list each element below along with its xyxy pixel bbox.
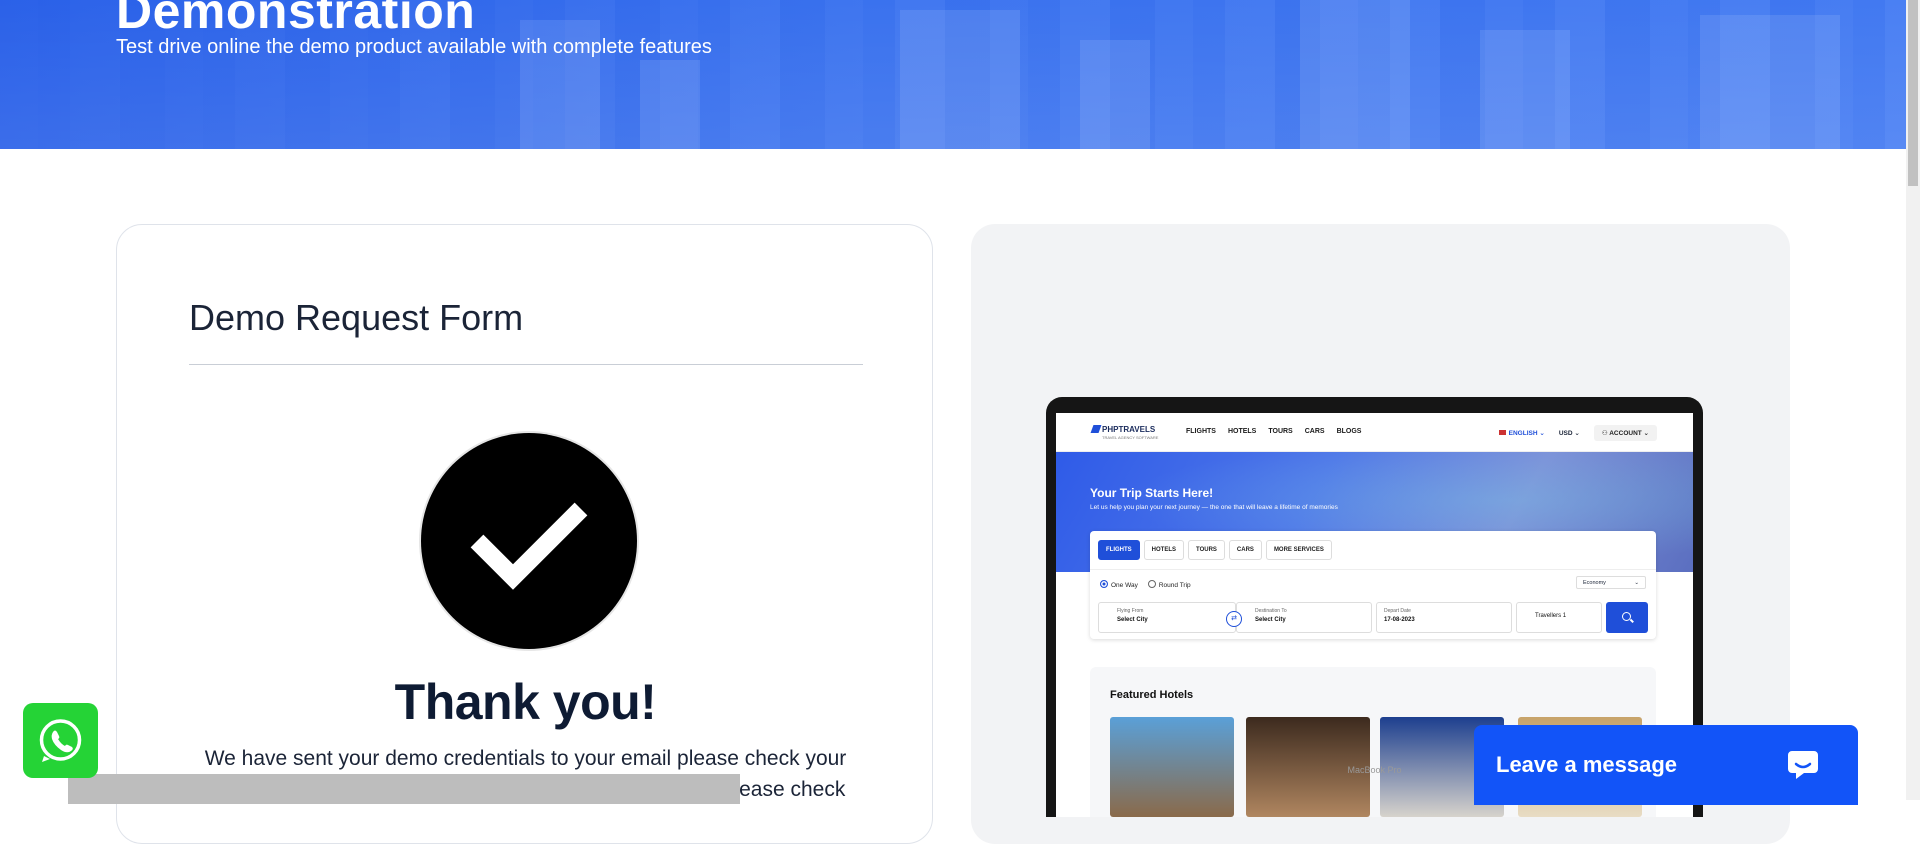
preview-tab-hotels: HOTELS xyxy=(1143,540,1185,560)
divider xyxy=(189,364,863,365)
scrollbar[interactable] xyxy=(1906,0,1920,800)
divider xyxy=(1090,569,1656,570)
demo-request-card: Demo Request Form Thank you! We have sen… xyxy=(116,224,933,844)
preview-nav-hotels: HOTELS xyxy=(1227,428,1257,435)
preview-tabs: FLIGHTS HOTELS TOURS CARS MORE SERVICES xyxy=(1098,540,1332,560)
preview-hero-title: Your Trip Starts Here! xyxy=(1090,486,1214,500)
preview-nav-flights: FLIGHTS xyxy=(1186,428,1216,435)
search-icon xyxy=(1606,602,1648,633)
hero-banner: Demonstration Test drive online the demo… xyxy=(0,0,1906,149)
preview-tab-flights: FLIGHTS xyxy=(1098,540,1140,560)
preview-nav-tours: TOURS xyxy=(1268,428,1293,435)
scrollbar-thumb[interactable] xyxy=(1908,0,1918,186)
preview-travellers: Travellers 1 xyxy=(1516,602,1602,633)
preview-nav-right: ENGLISH ⌄ USD ⌄ ⚇ ACCOUNT ⌄ xyxy=(1498,425,1657,441)
whatsapp-button[interactable] xyxy=(23,703,98,778)
preview-account: ⚇ ACCOUNT ⌄ xyxy=(1593,425,1657,441)
preview-tab-more-services: MORE SERVICES xyxy=(1265,540,1332,560)
preview-hero-subtitle: Let us help you plan your next journey —… xyxy=(1090,504,1338,511)
preview-trip-type: One Way Round Trip xyxy=(1100,580,1191,589)
preview-logo: PHPTRAVELS xyxy=(1090,425,1155,434)
preview-logo-tagline: TRAVEL AGENCY SOFTWARE xyxy=(1102,435,1159,440)
preview-nav-cars: CARS xyxy=(1304,428,1325,435)
thank-you-heading: Thank you! xyxy=(394,674,657,730)
preview-destination: Destination To Select City xyxy=(1236,602,1372,633)
preview-navbar: PHPTRAVELS TRAVEL AGENCY SOFTWARE FLIGHT… xyxy=(1056,413,1693,452)
page-subtitle: Test drive online the demo product avail… xyxy=(116,36,712,58)
chat-bubble-icon xyxy=(1788,751,1818,779)
page-title: Demonstration xyxy=(116,0,476,39)
success-check-icon xyxy=(421,433,637,649)
preview-radio-one-way: One Way xyxy=(1100,580,1138,589)
whatsapp-icon xyxy=(39,719,82,762)
device-label: MacBook Pro xyxy=(1347,765,1402,775)
preview-language: ENGLISH ⌄ xyxy=(1498,429,1545,437)
preview-currency: USD ⌄ xyxy=(1558,430,1580,437)
preview-cabin-select: Economy ⌄ xyxy=(1576,576,1646,589)
preview-depart-date: Depart Date 17-08-2023 xyxy=(1376,602,1512,633)
preview-featured-title: Featured Hotels xyxy=(1110,689,1194,701)
preview-nav-blogs: BLOGS xyxy=(1336,428,1362,435)
preview-radio-round-trip: Round Trip xyxy=(1147,580,1191,589)
preview-flying-from: Flying From Select City xyxy=(1098,602,1236,633)
preview-search-box: FLIGHTS HOTELS TOURS CARS MORE SERVICES … xyxy=(1090,531,1656,639)
preview-tab-cars: CARS xyxy=(1228,540,1262,560)
preview-nav-menu: FLIGHTS HOTELS TOURS CARS BLOGS xyxy=(1186,428,1361,435)
swap-icon: ⇄ xyxy=(1226,611,1242,627)
preview-tab-tours: TOURS xyxy=(1188,540,1225,560)
form-title: Demo Request Form xyxy=(189,297,524,338)
